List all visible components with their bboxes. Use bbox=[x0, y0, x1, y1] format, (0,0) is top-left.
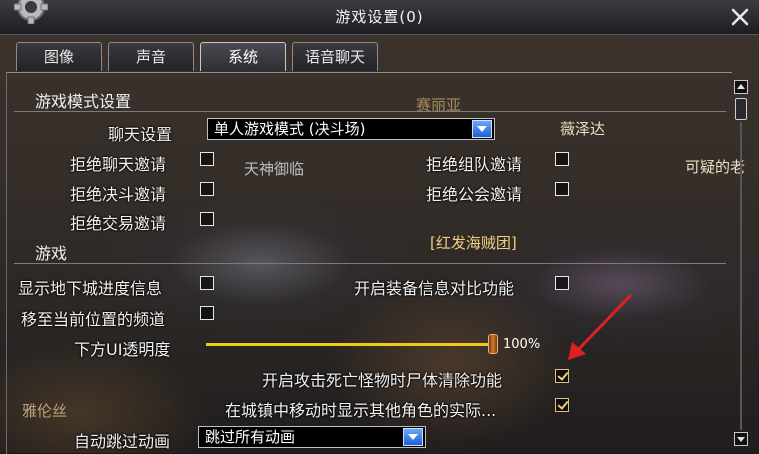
section-title-game-mode: 游戏模式设置 bbox=[35, 92, 132, 111]
chat-setting-label: 聊天设置 bbox=[108, 125, 173, 144]
tab-voice-chat[interactable]: 语音聊天 bbox=[292, 42, 378, 71]
chevron-down-icon bbox=[472, 120, 492, 138]
scroll-thumb[interactable] bbox=[735, 98, 747, 120]
title-bar: 游戏设置(0) bbox=[0, 0, 759, 35]
tab-graphics[interactable]: 图像 bbox=[16, 42, 102, 71]
section-divider bbox=[14, 263, 726, 264]
close-icon[interactable] bbox=[728, 5, 752, 29]
reject-trade-invite-checkbox[interactable] bbox=[200, 212, 214, 226]
chat-setting-dropdown[interactable]: 单人游戏模式 (决斗场) bbox=[207, 118, 495, 140]
auto-skip-label: 自动跳过动画 bbox=[74, 432, 171, 451]
ui-opacity-label: 下方UI透明度 bbox=[74, 340, 171, 359]
ui-opacity-slider-handle[interactable] bbox=[488, 334, 498, 354]
section-divider bbox=[14, 111, 726, 112]
reject-chat-invite-label: 拒绝聊天邀请 bbox=[70, 155, 167, 174]
settings-scrollbar[interactable] bbox=[734, 80, 750, 453]
scroll-rail bbox=[740, 122, 742, 430]
tab-system[interactable]: 系统 bbox=[200, 42, 286, 71]
section-title-game: 游戏 bbox=[35, 244, 68, 263]
reject-party-invite-label: 拒绝组队邀请 bbox=[426, 155, 523, 174]
town-show-others-checkbox[interactable] bbox=[555, 398, 569, 412]
auto-skip-value: 跳过所有动画 bbox=[205, 428, 296, 446]
window-title: 游戏设置(0) bbox=[335, 8, 424, 26]
corpse-clear-label: 开启攻击死亡怪物时尸体清除功能 bbox=[262, 371, 503, 390]
move-to-channel-checkbox[interactable] bbox=[200, 306, 214, 320]
annotation-arrow-icon bbox=[568, 294, 632, 360]
equip-compare-label: 开启装备信息对比功能 bbox=[354, 279, 515, 298]
show-dungeon-progress-checkbox[interactable] bbox=[200, 276, 214, 290]
town-show-others-label: 在城镇中移动时显示其他角色的实际... bbox=[225, 401, 497, 420]
reject-duel-invite-label: 拒绝决斗邀请 bbox=[70, 185, 167, 204]
reject-trade-invite-label: 拒绝交易邀请 bbox=[70, 214, 167, 233]
scroll-up-button[interactable] bbox=[734, 80, 748, 94]
tab-sound[interactable]: 声音 bbox=[108, 42, 194, 71]
chat-setting-value: 单人游戏模式 (决斗场) bbox=[214, 120, 366, 138]
reject-party-invite-checkbox[interactable] bbox=[555, 152, 569, 166]
scroll-down-button[interactable] bbox=[734, 432, 748, 446]
equip-compare-checkbox[interactable] bbox=[555, 276, 569, 290]
ui-opacity-slider[interactable] bbox=[206, 343, 496, 346]
auto-skip-dropdown[interactable]: 跳过所有动画 bbox=[198, 426, 426, 448]
reject-guild-invite-checkbox[interactable] bbox=[555, 182, 569, 196]
reject-chat-invite-checkbox[interactable] bbox=[200, 152, 214, 166]
chevron-down-icon bbox=[403, 428, 423, 446]
move-to-channel-label: 移至当前位置的频道 bbox=[21, 310, 166, 329]
show-dungeon-progress-label: 显示地下城进度信息 bbox=[18, 279, 163, 298]
reject-duel-invite-checkbox[interactable] bbox=[200, 182, 214, 196]
ui-opacity-slider-fill bbox=[206, 343, 496, 346]
reject-guild-invite-label: 拒绝公会邀请 bbox=[426, 185, 523, 204]
corpse-clear-checkbox[interactable] bbox=[555, 369, 569, 383]
ui-opacity-value: 100% bbox=[503, 337, 541, 352]
